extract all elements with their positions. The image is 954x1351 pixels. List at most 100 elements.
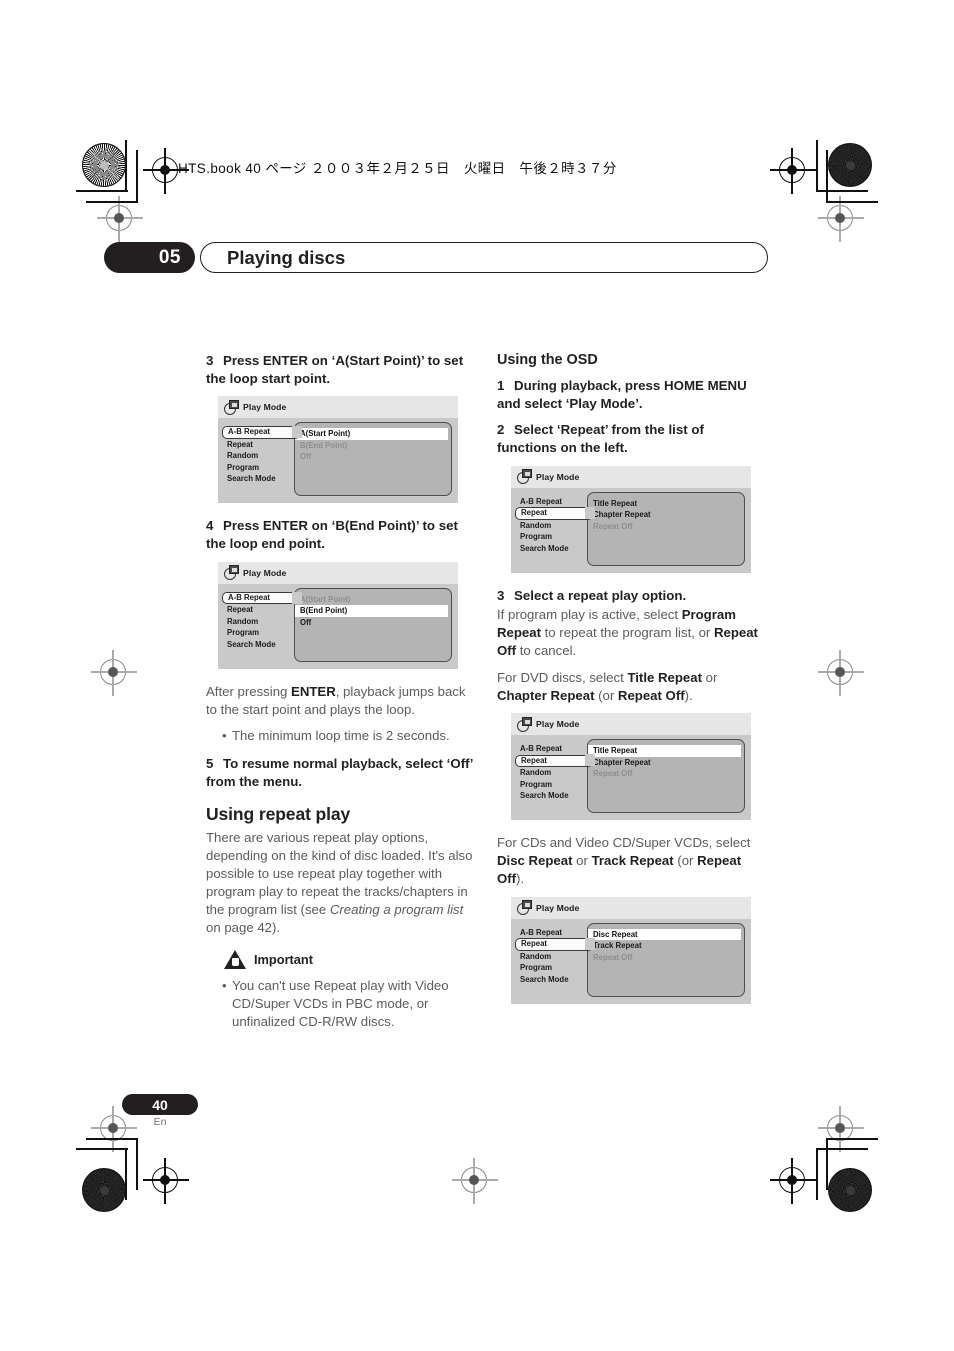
loop-time-bullets: The minimum loop time is 2 seconds. [206,727,476,745]
osd-function-item-repeat[interactable]: Repeat [515,938,593,951]
dvd-repeat-p3: (or [594,687,618,703]
repeat-intro-end: on page 42). [206,919,281,935]
osd-option[interactable]: Repeat Off [588,768,744,780]
osd-function-item-repeat[interactable]: Repeat [224,604,296,616]
osd-option[interactable]: Off [295,617,451,629]
trim-mark-br-v1 [816,1148,818,1200]
osd-function-item-ab-repeat[interactable]: A-B Repeat [517,927,589,939]
osd-function-item-repeat[interactable]: Repeat [515,754,593,768]
trim-mark-tr-h2 [826,201,878,203]
osd-function-list: A-B Repeat Repeat Random Program Search … [222,591,300,651]
program-repeat-p3: to cancel. [516,642,577,658]
osd-titlebar: Play Mode [511,896,751,919]
osd-function-item-repeat[interactable]: Repeat [224,439,296,451]
osd-titlebar: Play Mode [218,561,458,584]
important-label: Important [254,952,314,968]
registration-mark-top-left [143,148,189,194]
osd-option[interactable]: Chapter Repeat [588,757,744,769]
left-column: 3 Press ENTER on ‘A(Start Point)’ to set … [206,352,476,1041]
osd-function-item-program[interactable]: Program [224,627,296,639]
osd-option-panel: Disc Repeat Track Repeat Repeat Off [587,922,745,997]
cd-repeat-p2: or [572,853,592,869]
osd-option-panel: A(Start Point) B(End Point) Off [294,587,452,662]
osd-function-item-search-mode[interactable]: Search Mode [224,473,296,485]
osd-function-item-ab-repeat[interactable]: A-B Repeat [222,591,300,605]
print-density-target-top-right [828,143,872,187]
osd-function-item-ab-repeat[interactable]: A-B Repeat [517,743,589,755]
osd-titlebar: Play Mode [511,465,751,488]
step-5-number: 5 [206,756,214,772]
osd-function-item-ab-repeat[interactable]: A-B Repeat [222,426,300,439]
osd-step-3-number: 3 [497,587,505,603]
dvd-repeat-p1: For DVD discs, select [497,669,628,685]
osd-option[interactable]: Track Repeat [588,940,744,952]
osd-function-list: A-B Repeat Repeat Random Program Search … [222,426,300,485]
program-repeat-paragraph: If program play is active, select Progra… [497,606,767,659]
trim-mark-tl-v1 [125,140,127,192]
osd-title: Play Mode [243,402,287,413]
osd-function-list: A-B Repeat Repeat Random Program Search … [515,496,593,555]
osd-option[interactable]: Off [295,451,451,463]
registration-mark-bottom-center [452,1158,498,1204]
osd-function-item-search-mode[interactable]: Search Mode [224,639,296,651]
osd-option[interactable]: Chapter Repeat [588,509,744,521]
dvd-repeat-b2: Chapter Repeat [497,687,595,703]
osd-option[interactable]: B(End Point) [295,440,451,452]
osd-function-item-search-mode[interactable]: Search Mode [517,543,589,555]
chapter-title: Playing discs [227,246,346,268]
osd-title: Play Mode [536,471,580,482]
program-repeat-p1: If program play is active, select [497,607,682,623]
osd-screenshot-ab-start: Play Mode A(Start Point) B(End Point) Of… [218,396,458,504]
registration-mark-right-mid [818,650,864,696]
osd-step-2-select-repeat: 2 Select ‘Repeat’ from the list of functi… [497,421,767,456]
osd-function-item-random[interactable]: Random [517,951,589,963]
osd-function-item-program[interactable]: Program [517,531,589,543]
osd-tab-notch [585,937,595,950]
osd-step-3-text: Select a repeat play option. [514,587,687,603]
osd-function-item-random[interactable]: Random [224,450,296,462]
after-enter-bold: ENTER [291,683,336,699]
osd-option[interactable]: Title Repeat [588,745,741,757]
osd-option[interactable]: A(Start Point) [295,428,448,440]
osd-tab-notch [585,506,595,519]
osd-option[interactable]: A(Start Point) [295,594,451,606]
trim-mark-br-v2 [826,1138,828,1190]
osd-function-item-random[interactable]: Random [224,616,296,628]
repeat-play-intro-paragraph: There are various repeat play options, d… [206,829,476,936]
osd-title: Play Mode [243,567,287,578]
repeat-intro-italic-ref: Creating a program list [329,901,464,917]
registration-mark-left-upper [97,196,143,242]
trim-mark-br-h1 [816,1148,868,1150]
osd-function-item-program[interactable]: Program [517,962,589,974]
osd-option[interactable]: B(End Point) [295,605,448,617]
osd-function-item-random[interactable]: Random [517,520,589,532]
osd-screenshot-title-repeat: Play Mode Title Repeat Chapter Repeat Re… [511,713,751,821]
osd-function-item-random[interactable]: Random [517,767,589,779]
chapter-number-badge: 05 [104,242,195,273]
trim-mark-bl-v1 [125,1148,127,1200]
osd-step-1-text: During playback, press HOME MENU and sel… [497,378,747,411]
print-density-target-top-left [82,143,126,187]
warning-triangle-icon [224,950,246,970]
trim-mark-tr-h1 [816,190,868,192]
osd-option[interactable]: Disc Repeat [588,928,741,941]
osd-function-item-program[interactable]: Program [517,779,589,791]
osd-option[interactable]: Title Repeat [588,498,744,510]
osd-option[interactable]: Repeat Off [588,521,744,533]
subsection-heading-using-the-osd: Using the OSD [497,352,598,368]
play-mode-icon [517,900,532,916]
osd-function-list: A-B Repeat Repeat Random Program Search … [515,743,593,802]
osd-function-item-repeat[interactable]: Repeat [515,507,593,520]
step-4-b-end-point: 4 Press ENTER on ‘B(End Point)’ to set th… [206,517,476,552]
step-3-text: Press ENTER on ‘A(Start Point)’ to set t… [206,353,464,386]
osd-function-item-search-mode[interactable]: Search Mode [517,974,589,986]
osd-function-item-search-mode[interactable]: Search Mode [517,790,589,802]
print-density-target-bottom-right [828,1168,872,1212]
osd-option-panel: Title Repeat Chapter Repeat Repeat Off [587,739,745,814]
trim-mark-tl-h1 [76,190,128,192]
osd-option[interactable]: Repeat Off [588,952,744,964]
osd-function-item-ab-repeat[interactable]: A-B Repeat [517,496,589,508]
osd-titlebar: Play Mode [218,396,458,419]
registration-mark-left-mid [91,650,137,696]
osd-function-item-program[interactable]: Program [224,462,296,474]
